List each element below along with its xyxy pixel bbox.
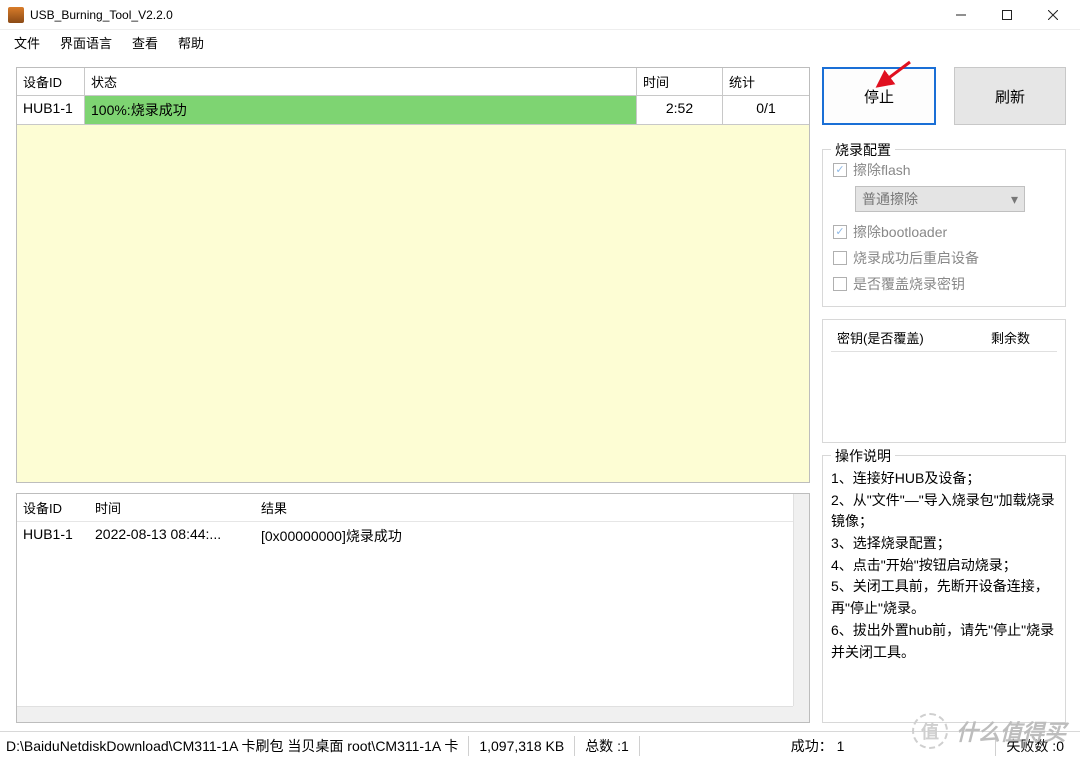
chevron-down-icon: ▾ <box>1011 191 1018 208</box>
content: 设备ID 状态 时间 统计 HUB1-1 100%:烧录成功 2:52 0/1 … <box>0 55 1080 731</box>
help-group: 操作说明 1、连接好HUB及设备； 2、从"文件"—"导入烧录包"加载烧录镜像；… <box>822 455 1066 723</box>
erase-bootloader-checkbox[interactable]: ✓ 擦除bootloader <box>831 218 1057 244</box>
status-path: D:\BaiduNetdiskDownload\CM311-1A 卡刷包 当贝桌… <box>6 736 468 756</box>
help-text: 1、连接好HUB及设备； 2、从"文件"—"导入烧录包"加载烧录镜像； 3、选择… <box>831 462 1057 663</box>
close-button[interactable] <box>1030 0 1076 30</box>
menu-help[interactable]: 帮助 <box>168 31 214 54</box>
minimize-button[interactable] <box>938 0 984 30</box>
scroll-corner <box>793 706 809 722</box>
col-stat[interactable]: 统计 <box>723 68 809 96</box>
checkbox-icon <box>833 251 847 265</box>
left-column: 设备ID 状态 时间 统计 HUB1-1 100%:烧录成功 2:52 0/1 … <box>0 55 818 731</box>
key-col-name[interactable]: 密钥(是否覆盖) <box>831 324 985 351</box>
key-group: 密钥(是否覆盖) 剩余数 <box>822 319 1066 443</box>
device-table: 设备ID 状态 时间 统计 HUB1-1 100%:烧录成功 2:52 0/1 <box>16 67 810 483</box>
status-size: 1,097,318 KB <box>468 736 574 756</box>
titlebar: USB_Burning_Tool_V2.2.0 <box>0 0 1080 30</box>
refresh-button[interactable]: 刷新 <box>954 67 1066 125</box>
overwrite-key-label: 是否覆盖烧录密钥 <box>853 274 965 294</box>
reboot-after-label: 烧录成功后重启设备 <box>853 248 979 268</box>
checkbox-icon: ✓ <box>833 163 847 177</box>
help-title: 操作说明 <box>831 446 895 468</box>
menu-file[interactable]: 文件 <box>4 31 50 54</box>
stop-button[interactable]: 停止 <box>822 67 936 125</box>
log-row[interactable]: HUB1-1 2022-08-13 08:44:... [0x00000000]… <box>17 522 809 550</box>
menu-view[interactable]: 查看 <box>122 31 168 54</box>
cell-time: 2:52 <box>637 96 723 125</box>
scrollbar-horizontal[interactable] <box>17 706 793 722</box>
button-row: 停止 刷新 <box>822 67 1066 125</box>
scrollbar-vertical[interactable] <box>793 494 809 706</box>
status-total: 总数 : 1 <box>574 736 639 756</box>
maximize-button[interactable] <box>984 0 1030 30</box>
log-col-result[interactable]: 结果 <box>255 494 809 522</box>
window-controls <box>938 0 1076 30</box>
cell-stat: 0/1 <box>723 96 809 125</box>
app-icon <box>8 7 24 23</box>
key-header: 密钥(是否覆盖) 剩余数 <box>831 324 1057 352</box>
menu-language[interactable]: 界面语言 <box>50 31 122 54</box>
config-title: 烧录配置 <box>831 140 895 160</box>
log-cell-time: 2022-08-13 08:44:... <box>89 522 255 550</box>
burn-config-group: 烧录配置 ✓ 擦除flash 普通擦除 ▾ ✓ 擦除bootloader 烧录成… <box>822 149 1066 307</box>
log-cell-id: HUB1-1 <box>17 522 89 550</box>
checkbox-icon <box>833 277 847 291</box>
overwrite-key-checkbox[interactable]: 是否覆盖烧录密钥 <box>831 270 1057 296</box>
device-table-header: 设备ID 状态 时间 统计 <box>17 68 809 96</box>
right-column: 停止 刷新 烧录配置 ✓ 擦除flash 普通擦除 ▾ ✓ 擦除bootload… <box>818 55 1080 731</box>
key-col-remain[interactable]: 剩余数 <box>985 324 1057 351</box>
menubar: 文件 界面语言 查看 帮助 <box>0 30 1080 54</box>
log-col-time[interactable]: 时间 <box>89 494 255 522</box>
log-table: 设备ID 时间 结果 HUB1-1 2022-08-13 08:44:... [… <box>16 493 810 723</box>
erase-bootloader-label: 擦除bootloader <box>853 222 947 242</box>
col-time[interactable]: 时间 <box>637 68 723 96</box>
status-ok: 成功： 1 <box>639 736 996 756</box>
status-fail: 失败数 : 0 <box>995 736 1074 756</box>
cell-device-id: HUB1-1 <box>17 96 85 125</box>
log-col-id[interactable]: 设备ID <box>17 494 89 522</box>
checkbox-icon: ✓ <box>833 225 847 239</box>
window-title: USB_Burning_Tool_V2.2.0 <box>30 8 938 22</box>
device-row[interactable]: HUB1-1 100%:烧录成功 2:52 0/1 <box>17 96 809 125</box>
cell-status: 100%:烧录成功 <box>85 96 637 125</box>
reboot-after-checkbox[interactable]: 烧录成功后重启设备 <box>831 244 1057 270</box>
col-device-id[interactable]: 设备ID <box>17 68 85 96</box>
erase-mode-select[interactable]: 普通擦除 ▾ <box>855 186 1025 212</box>
log-cell-result: [0x00000000]烧录成功 <box>255 522 809 550</box>
erase-flash-label: 擦除flash <box>853 160 911 180</box>
erase-mode-value: 普通擦除 <box>862 189 918 209</box>
log-header: 设备ID 时间 结果 <box>17 494 809 522</box>
statusbar: D:\BaiduNetdiskDownload\CM311-1A 卡刷包 当贝桌… <box>0 731 1080 759</box>
col-status[interactable]: 状态 <box>85 68 637 96</box>
